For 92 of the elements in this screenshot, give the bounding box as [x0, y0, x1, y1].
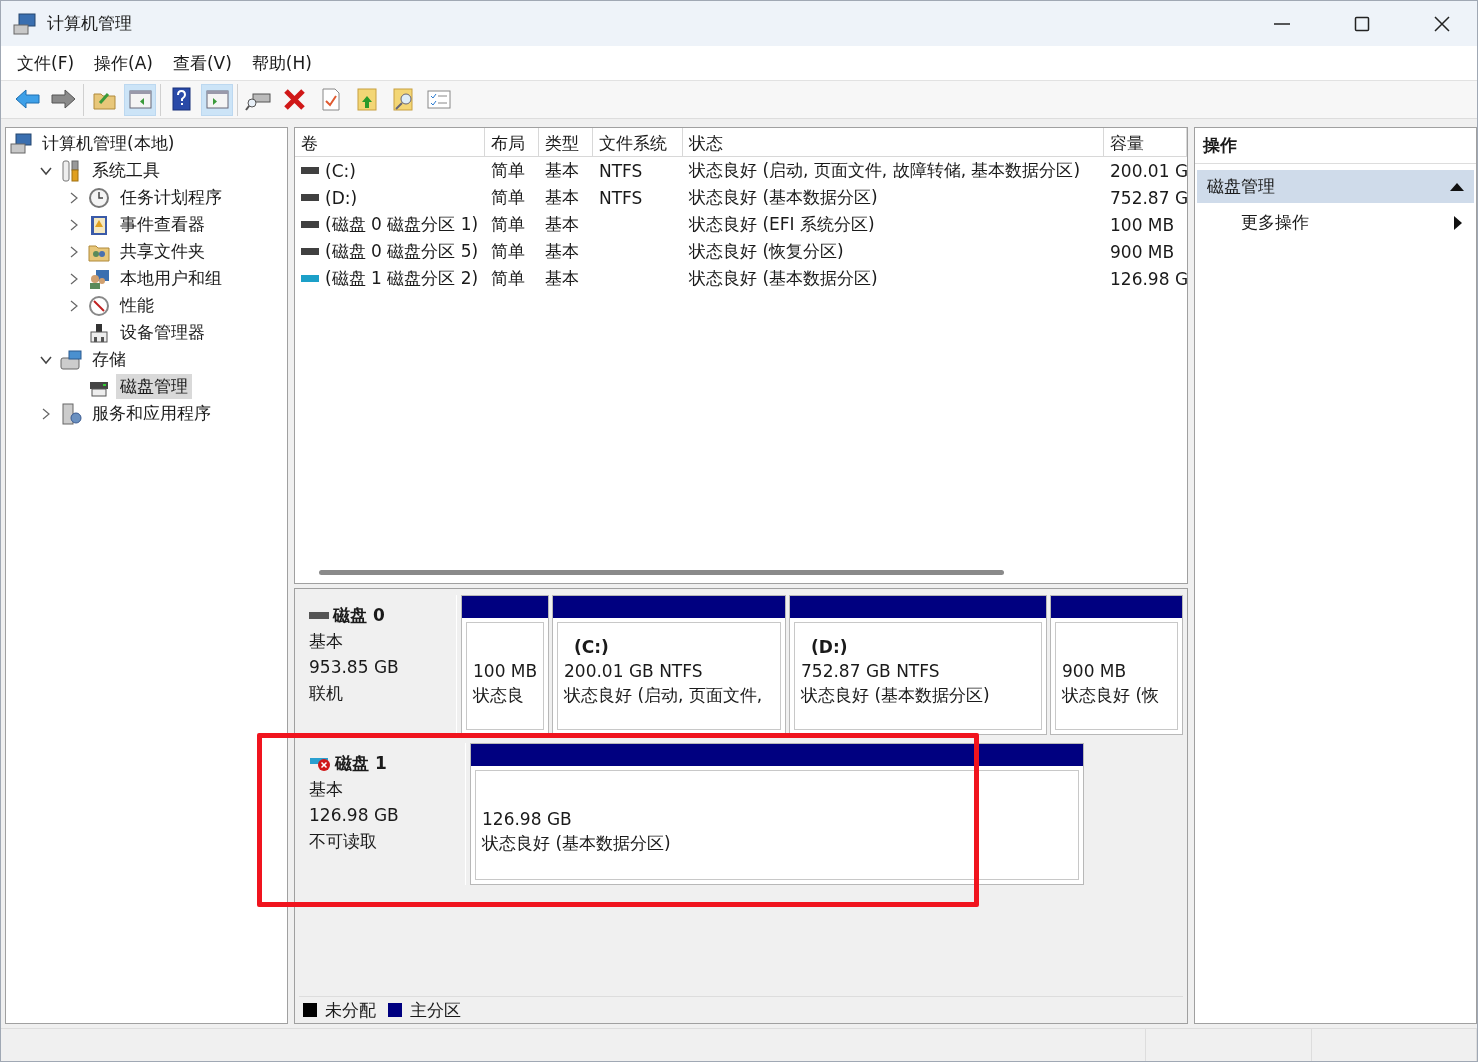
partition-name: (D:): [810, 636, 849, 659]
tree-item[interactable]: 设备管理器: [116, 320, 209, 345]
table-cell: 简单: [491, 159, 525, 182]
table-cell: 基本: [545, 213, 579, 236]
disk-name: 磁盘 1: [335, 752, 387, 775]
table-cell: 900 MB: [1110, 241, 1175, 262]
partition-size: 900 MB: [1062, 660, 1128, 683]
disk-size: 953.85 GB: [309, 656, 400, 679]
column-header[interactable]: 文件系统: [593, 128, 683, 156]
table-cell: 126.98 G: [1110, 268, 1189, 289]
partition-block[interactable]: (C:) 200.01 GB NTFS 状态良好 (启动, 页面文件,: [552, 595, 786, 735]
tree-item[interactable]: 计算机管理(本地): [38, 131, 179, 156]
table-cell: 基本: [545, 267, 579, 290]
disk-status: 联机: [309, 682, 344, 705]
window-title: 计算机管理: [47, 12, 133, 35]
table-cell: 状态良好 (恢复分区): [689, 240, 844, 263]
table-cell: 基本: [545, 159, 579, 182]
table-cell: 状态良好 (基本数据分区): [689, 267, 878, 290]
partition-size: 752.87 GB NTFS: [801, 660, 941, 683]
table-cell: (磁盘 1 磁盘分区 2): [325, 267, 479, 290]
legend-label: 未分配: [325, 998, 376, 1022]
tree-item[interactable]: 本地用户和组: [116, 266, 226, 291]
partition-size: 200.01 GB NTFS: [564, 660, 704, 683]
partition-status: 状态良: [473, 684, 525, 707]
computer-icon: [10, 132, 32, 155]
column-header[interactable]: 布局: [485, 128, 539, 156]
column-header[interactable]: 类型: [539, 128, 593, 156]
table-cell: NTFS: [599, 187, 643, 208]
table-cell: 752.87 G: [1110, 187, 1189, 208]
table-cell: 100 MB: [1110, 214, 1175, 235]
menu-item[interactable]: 查看(V): [162, 47, 242, 79]
device-icon: [88, 321, 110, 344]
storage-icon: [60, 348, 82, 371]
table-cell: (磁盘 0 磁盘分区 1): [325, 213, 479, 236]
partition-status: 状态良好 (基本数据分区): [482, 832, 672, 855]
column-header[interactable]: 卷: [295, 128, 485, 156]
disk-status: 不可读取: [309, 830, 378, 853]
table-cell: 简单: [491, 186, 525, 209]
column-header[interactable]: 容量: [1104, 128, 1187, 156]
table-cell: 简单: [491, 240, 525, 263]
partition-name: (C:): [573, 636, 610, 659]
users-icon: [88, 267, 110, 290]
partition-block[interactable]: 126.98 GB 状态良好 (基本数据分区): [470, 743, 1084, 885]
submenu-arrow-icon: [1454, 215, 1462, 230]
tree-item[interactable]: 存储: [88, 347, 130, 372]
computer-icon: [13, 12, 37, 35]
partition-size: 100 MB: [473, 660, 537, 683]
tools-icon: [60, 159, 82, 182]
tree-item[interactable]: 事件查看器: [116, 212, 209, 237]
partition-block[interactable]: 900 MB 状态良好 (恢: [1050, 595, 1183, 735]
legend-label: 主分区: [410, 998, 461, 1022]
table-cell: 200.01 G: [1110, 160, 1189, 181]
disk-type: 基本: [309, 778, 344, 801]
action-item[interactable]: 更多操作: [1195, 203, 1476, 242]
tree-item[interactable]: 系统工具: [88, 158, 164, 183]
partition-status: 状态良好 (基本数据分区): [801, 684, 991, 707]
partition-status: 状态良好 (恢: [1062, 684, 1161, 707]
close-icon: [1434, 15, 1450, 32]
column-header[interactable]: 状态: [683, 128, 1104, 156]
table-cell: (C:): [325, 160, 356, 181]
menu-item[interactable]: 操作(A): [84, 47, 163, 79]
tree-item[interactable]: 任务计划程序: [116, 185, 226, 210]
menu-item[interactable]: 文件(F): [7, 47, 85, 79]
disk-type: 基本: [309, 630, 344, 653]
tree-item[interactable]: 磁盘管理: [116, 374, 192, 399]
table-cell: 基本: [545, 186, 579, 209]
disk-size: 126.98 GB: [309, 804, 400, 827]
table-cell: 简单: [491, 213, 525, 236]
partition-block[interactable]: 100 MB 状态良: [461, 595, 549, 735]
table-cell: 状态良好 (EFI 系统分区): [689, 213, 875, 236]
table-cell: 简单: [491, 267, 525, 290]
table-cell: (磁盘 0 磁盘分区 5): [325, 240, 479, 263]
table-cell: 状态良好 (基本数据分区): [689, 186, 878, 209]
menu-item[interactable]: 帮助(H): [241, 47, 322, 79]
partition-status: 状态良好 (启动, 页面文件,: [564, 684, 764, 707]
minimize-icon: [1274, 22, 1290, 25]
table-cell: 基本: [545, 240, 579, 263]
action-section-header[interactable]: 磁盘管理: [1197, 170, 1474, 203]
tree-item[interactable]: 性能: [116, 293, 158, 318]
disk-name: 磁盘 0: [333, 604, 385, 627]
tree-item[interactable]: 服务和应用程序: [88, 401, 215, 426]
tree-item[interactable]: 共享文件夹: [116, 239, 209, 264]
partition-block[interactable]: (D:) 752.87 GB NTFS 状态良好 (基本数据分区): [789, 595, 1047, 735]
table-cell: 状态良好 (启动, 页面文件, 故障转储, 基本数据分区): [689, 159, 1081, 182]
maximize-icon: [1354, 15, 1370, 32]
horizontal-scrollbar[interactable]: [319, 569, 1004, 575]
log-book-icon: [88, 213, 110, 236]
table-cell: NTFS: [599, 160, 643, 181]
clock-icon: [88, 186, 110, 209]
partition-size: 126.98 GB: [482, 808, 573, 831]
actions-title: 操作: [1195, 128, 1476, 164]
table-cell: (D:): [325, 187, 358, 208]
